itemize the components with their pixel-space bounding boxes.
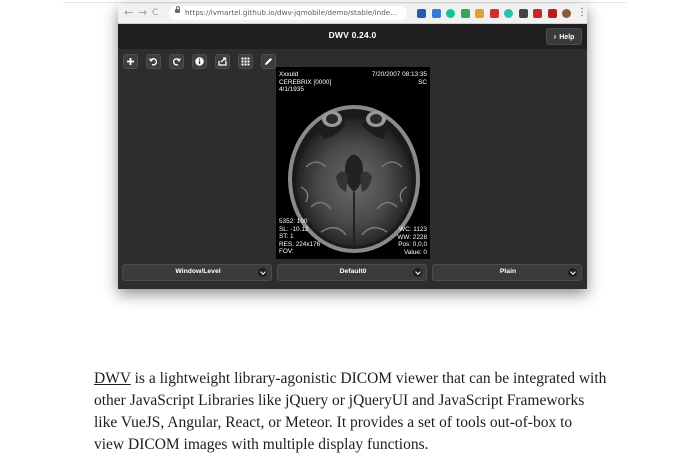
cursor-position: Pos: 0,0,0	[398, 241, 427, 249]
overlay-top-left: Xxxuld CEREBRIX [0000] 4/1/1935	[279, 71, 331, 94]
export-icon	[218, 57, 227, 66]
paragraph-line-1: DWV is a lightweight library-agonistic D…	[94, 368, 634, 390]
circle-ext-icon[interactable]	[504, 9, 513, 18]
window-center: WC: 1123	[399, 226, 427, 233]
preset-select[interactable]: Default0	[277, 264, 427, 281]
app-title: DWV 0.24.0	[328, 30, 377, 40]
undo-button[interactable]	[146, 54, 161, 69]
slice-location: SL: -10.12	[279, 225, 309, 233]
lock-icon	[175, 6, 180, 13]
chevron-right-icon: ›	[553, 32, 557, 41]
browser-toolbar: ← → C https://ivmartel.github.io/dwv-jqm…	[118, 4, 587, 24]
help-button[interactable]: › Help	[546, 28, 582, 45]
hangouts-icon[interactable]	[460, 9, 470, 18]
url-text: https://ivmartel.github.io/dwv-jqmobile/…	[185, 8, 398, 17]
help-label: Help	[559, 34, 575, 41]
snip-icon[interactable]	[475, 9, 484, 18]
grammarly-icon[interactable]	[446, 9, 455, 18]
add-file-button[interactable]	[123, 54, 138, 69]
patient-name: Xxxuld	[279, 71, 299, 78]
slice-index: 5352: 100	[279, 218, 308, 225]
paragraph-line-3: like VueJS, Angular, React, or Meteor. I…	[94, 414, 573, 431]
article-paragraph: DWV is a lightweight library-agonistic D…	[94, 368, 634, 456]
chevron-down-icon	[258, 268, 267, 277]
study-datetime: 7/20/2007 08:13:35	[371, 71, 427, 78]
red-ext-2-icon[interactable]	[547, 9, 557, 18]
grid-icon	[241, 57, 250, 66]
trello-icon[interactable]	[417, 9, 426, 18]
overlay-bottom-left: 5352: 100 SL: -10.12 ST: 1 RES. 224x176 …	[279, 218, 320, 256]
pixel-value: Value: 0	[404, 248, 427, 256]
back-icon[interactable]: ←	[124, 6, 133, 20]
info-icon	[195, 57, 204, 66]
paragraph-line-2: other JavaScript Libraries like jQuery o…	[94, 392, 585, 409]
modality-code: SC	[418, 78, 427, 86]
colormap-label: Plain	[499, 268, 517, 275]
dark-ext-icon[interactable]	[518, 9, 528, 18]
window-width: WW: 2228	[397, 233, 427, 241]
info-button[interactable]	[192, 54, 207, 69]
reload-icon[interactable]: C	[152, 6, 158, 20]
export-button[interactable]	[215, 54, 230, 69]
window-level-select[interactable]: Window/Level	[122, 264, 272, 281]
paragraph-line-4: view DICOM images with multiple display …	[94, 436, 429, 453]
overlay-top-right: 7/20/2007 08:13:35 SC	[372, 71, 427, 86]
dwv-screenshot: ← → C https://ivmartel.github.io/dwv-jqm…	[118, 4, 587, 289]
grid-button[interactable]	[238, 54, 253, 69]
record-icon[interactable]	[489, 9, 499, 18]
dwv-link[interactable]: DWV	[94, 370, 131, 387]
top-divider	[63, 2, 626, 3]
avatar-icon[interactable]	[562, 9, 571, 18]
overlay-bottom-right: WC: 1123 WW: 2228 Pos: 0,0,0 Value: 0	[397, 226, 427, 256]
preset-label: Default0	[339, 268, 367, 275]
address-bar[interactable]: https://ivmartel.github.io/dwv-jqmobile/…	[169, 6, 454, 20]
patient-id: CEREBRIX [0000]	[279, 78, 332, 86]
resolution: RES. 224x176	[279, 240, 321, 248]
patient-birthdate: 4/1/1935	[279, 86, 304, 94]
bing-icon[interactable]	[431, 9, 441, 18]
field-of-view: FOV:	[279, 248, 294, 256]
dicom-viewer[interactable]: Xxxuld CEREBRIX [0000] 4/1/1935 7/20/200…	[276, 67, 430, 259]
plus-icon	[127, 58, 134, 65]
forward-icon[interactable]: →	[138, 6, 147, 20]
red-ext-icon[interactable]	[533, 9, 542, 18]
app-header: DWV 0.24.0 › Help	[118, 24, 587, 49]
colormap-select[interactable]: Plain	[432, 264, 582, 281]
redo-icon	[172, 58, 182, 66]
undo-icon	[148, 58, 158, 66]
chevron-down-icon	[568, 268, 577, 277]
window-level-label: Window/Level	[175, 268, 221, 275]
chevron-down-icon	[413, 268, 422, 277]
slice-thickness: ST: 1	[279, 233, 294, 241]
pencil-icon	[265, 58, 272, 65]
paragraph-line-1-text: is a lightweight library-agonistic DICOM…	[130, 370, 607, 387]
browser-menu-icon[interactable]: ⋮	[577, 6, 587, 20]
draw-button[interactable]	[261, 54, 276, 69]
redo-button[interactable]	[169, 54, 184, 69]
